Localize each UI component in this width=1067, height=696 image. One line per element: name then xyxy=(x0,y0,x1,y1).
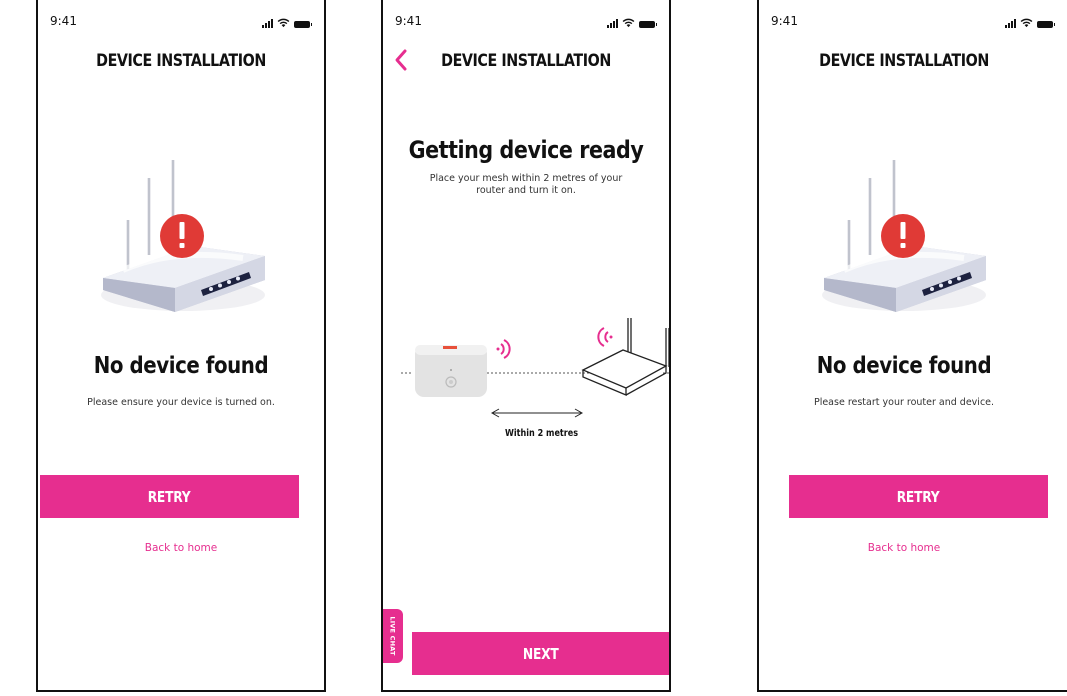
battery-icon xyxy=(1037,21,1055,28)
live-chat-label: LIVE CHAT xyxy=(389,616,398,656)
status-time: 9:41 xyxy=(395,14,422,28)
page-heading: Getting device ready xyxy=(408,136,644,164)
screen-no-device-found: 9:41 DEVICE INSTALLATION No device found… xyxy=(36,0,326,692)
retry-button-label: RETRY xyxy=(897,487,940,506)
status-icons xyxy=(262,16,312,28)
status-time: 9:41 xyxy=(771,14,798,28)
instruction-line-2: router and turn it on. xyxy=(476,185,576,196)
back-to-home-link[interactable]: Back to home xyxy=(38,542,324,554)
cellular-signal-icon xyxy=(262,19,273,28)
back-to-home-link[interactable]: Back to home xyxy=(759,542,1049,554)
mesh-placement-diagram xyxy=(401,318,669,418)
instruction-line-1: Place your mesh within 2 metres of your xyxy=(429,173,623,184)
status-icons xyxy=(607,16,657,28)
distance-label: Within 2 metres xyxy=(505,428,579,439)
page-heading: No device found xyxy=(93,353,269,379)
header-title: DEVICE INSTALLATION xyxy=(96,51,266,71)
status-time: 9:41 xyxy=(50,14,77,28)
next-button-label: NEXT xyxy=(523,644,559,663)
exclamation-alert-icon xyxy=(160,214,204,258)
error-message: Please ensure your device is turned on. xyxy=(87,397,275,408)
retry-button[interactable]: RETRY xyxy=(40,475,299,518)
wifi-icon xyxy=(277,18,290,28)
cellular-signal-icon xyxy=(607,19,618,28)
retry-button[interactable]: RETRY xyxy=(789,475,1048,518)
header-title: DEVICE INSTALLATION xyxy=(441,51,611,71)
battery-icon xyxy=(294,21,312,28)
error-message: Please restart your router and device. xyxy=(813,397,995,408)
page-heading: No device found xyxy=(816,353,992,379)
wifi-icon xyxy=(1020,18,1033,28)
screen-getting-device-ready: 9:41 DEVICE INSTALLATION Getting device … xyxy=(381,0,671,692)
cellular-signal-icon xyxy=(1005,19,1016,28)
battery-icon xyxy=(639,21,657,28)
next-button[interactable]: NEXT xyxy=(412,632,669,675)
exclamation-alert-icon xyxy=(881,214,925,258)
live-chat-tab[interactable]: LIVE CHAT xyxy=(383,609,403,663)
status-icons xyxy=(1005,16,1055,28)
screen-no-device-found-restart: 9:41 DEVICE INSTALLATION No device found… xyxy=(757,0,1067,692)
header-title: DEVICE INSTALLATION xyxy=(819,51,989,71)
retry-button-label: RETRY xyxy=(148,487,191,506)
wifi-icon xyxy=(622,18,635,28)
